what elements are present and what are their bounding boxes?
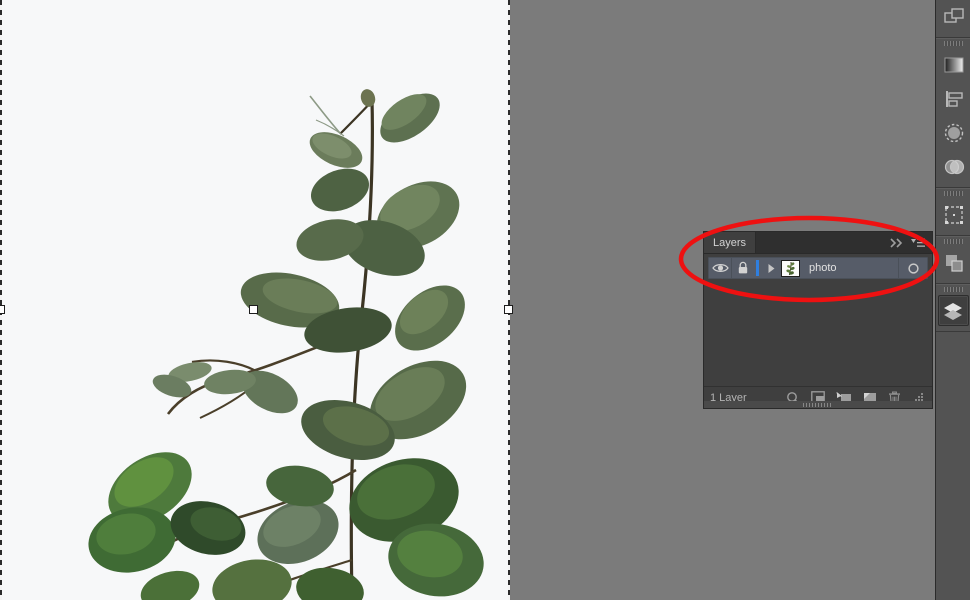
dashed-circle-icon	[944, 123, 963, 143]
dock-grip-2[interactable]	[936, 39, 970, 48]
dashed-frame-icon	[944, 206, 963, 224]
table-row[interactable]: photo	[708, 257, 928, 279]
dock-transform-button[interactable]	[936, 198, 970, 232]
dock-group-3	[936, 188, 970, 236]
layer-fx-toggle[interactable]	[898, 258, 927, 278]
application-window: Layers photo 1 Layer	[0, 0, 970, 600]
panel-controls	[890, 232, 932, 253]
dock-arrange-button[interactable]	[936, 246, 970, 280]
dock-selection-button[interactable]	[936, 116, 970, 150]
align-left-icon	[945, 91, 963, 107]
panel-dock[interactable]	[935, 0, 970, 600]
eye-icon	[711, 264, 729, 272]
dock-group-4	[936, 236, 970, 284]
document-canvas[interactable]	[0, 0, 510, 600]
layer-name[interactable]: photo	[800, 262, 898, 274]
tab-layers[interactable]: Layers	[704, 232, 757, 253]
dock-group-5	[936, 284, 970, 332]
two-rectangles-icon	[943, 8, 964, 23]
layer-lock-toggle[interactable]	[731, 258, 754, 278]
overlapping-circles-icon	[944, 159, 964, 175]
gradient-swatch-icon	[944, 57, 963, 73]
hamburger-menu-icon	[911, 238, 925, 247]
dock-grip-5[interactable]	[936, 285, 970, 294]
layer-visibility-toggle[interactable]	[709, 258, 731, 278]
layers-list[interactable]: photo	[704, 254, 932, 386]
photo-thumbnail-icon	[782, 260, 799, 276]
dock-gradient-button[interactable]	[936, 48, 970, 82]
layer-selected-indicator	[756, 260, 759, 276]
tab-layers-label: Layers	[713, 236, 747, 249]
dock-blend-button[interactable]	[936, 150, 970, 184]
panel-drag-handle[interactable]	[703, 401, 933, 409]
dock-align-button[interactable]	[936, 82, 970, 116]
layers-stack-icon	[944, 302, 962, 320]
double-chevron-right-icon	[890, 237, 903, 248]
dock-grip-3[interactable]	[936, 189, 970, 198]
layer-thumbnail[interactable]	[781, 259, 800, 277]
lock-icon	[738, 261, 748, 274]
panel-collapse-button[interactable]	[890, 237, 904, 248]
dock-layers-button[interactable]	[937, 295, 969, 326]
layer-expand-toggle[interactable]	[763, 258, 779, 278]
dock-grip-4[interactable]	[936, 237, 970, 246]
dock-group-2	[936, 38, 970, 188]
circle-outline-icon	[907, 262, 919, 274]
eucalyptus-photo-artwork	[0, 0, 510, 600]
dock-layer-comps-button[interactable]	[936, 0, 970, 34]
dock-group-1	[936, 0, 970, 38]
panel-tabbar[interactable]: Layers	[704, 232, 932, 254]
tabbar-spacer	[756, 232, 890, 253]
triangle-right-icon	[768, 263, 774, 273]
stacked-squares-icon	[945, 255, 963, 272]
panel-menu-button[interactable]	[910, 237, 926, 249]
layers-panel[interactable]: Layers photo 1 Layer	[703, 231, 933, 409]
